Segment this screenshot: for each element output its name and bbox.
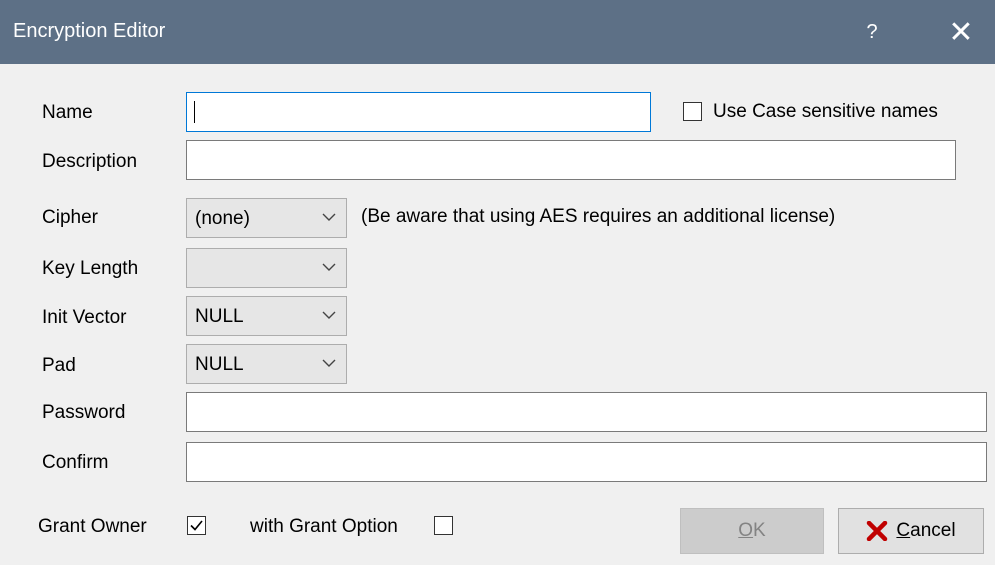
title-bar: Encryption Editor ? ✕ xyxy=(0,0,995,64)
pad-value: NULL xyxy=(195,354,244,375)
chevron-down-icon xyxy=(322,359,336,367)
init-vector-value: NULL xyxy=(195,306,244,327)
cipher-select[interactable]: (none) xyxy=(186,198,347,238)
password-input[interactable] xyxy=(186,392,987,432)
password-label: Password xyxy=(42,402,126,423)
name-input[interactable] xyxy=(186,92,651,132)
pad-select[interactable]: NULL xyxy=(186,344,347,384)
chevron-down-icon xyxy=(322,263,336,271)
checkmark-icon xyxy=(190,520,203,531)
init-vector-select[interactable]: NULL xyxy=(186,296,347,336)
cancel-mnemonic: C xyxy=(896,520,911,541)
key-length-label: Key Length xyxy=(42,258,139,279)
confirm-label: Confirm xyxy=(42,452,109,473)
name-label: Name xyxy=(42,102,93,123)
text-caret xyxy=(194,101,195,123)
red-x-icon xyxy=(867,521,888,541)
cipher-label: Cipher xyxy=(42,207,98,228)
cancel-label-rest: ancel xyxy=(910,520,956,541)
ok-label-rest: K xyxy=(753,520,766,541)
cipher-value: (none) xyxy=(195,208,250,229)
close-icon: ✕ xyxy=(948,15,974,49)
case-sensitive-label: Use Case sensitive names xyxy=(713,101,938,122)
ok-button[interactable]: OK xyxy=(680,508,824,554)
key-length-select[interactable] xyxy=(186,248,347,288)
description-label: Description xyxy=(42,151,138,172)
grant-option-label: with Grant Option xyxy=(250,516,398,537)
grant-option-checkbox[interactable] xyxy=(434,516,453,535)
cipher-note: (Be aware that using AES requires an add… xyxy=(361,206,836,227)
case-sensitive-checkbox[interactable] xyxy=(683,102,702,121)
ok-mnemonic: O xyxy=(738,520,754,541)
help-button[interactable]: ? xyxy=(848,8,896,56)
pad-label: Pad xyxy=(42,355,76,376)
chevron-down-icon xyxy=(322,213,336,221)
description-input[interactable] xyxy=(186,140,956,180)
cancel-button[interactable]: Cancel xyxy=(838,508,984,554)
init-vector-label: Init Vector xyxy=(42,307,127,328)
window-title: Encryption Editor xyxy=(13,20,166,42)
help-icon: ? xyxy=(866,20,878,43)
grant-owner-checkbox[interactable] xyxy=(187,516,206,535)
close-button[interactable]: ✕ xyxy=(935,8,987,56)
confirm-input[interactable] xyxy=(186,442,987,482)
chevron-down-icon xyxy=(322,311,336,319)
grant-owner-label: Grant Owner xyxy=(38,516,147,537)
